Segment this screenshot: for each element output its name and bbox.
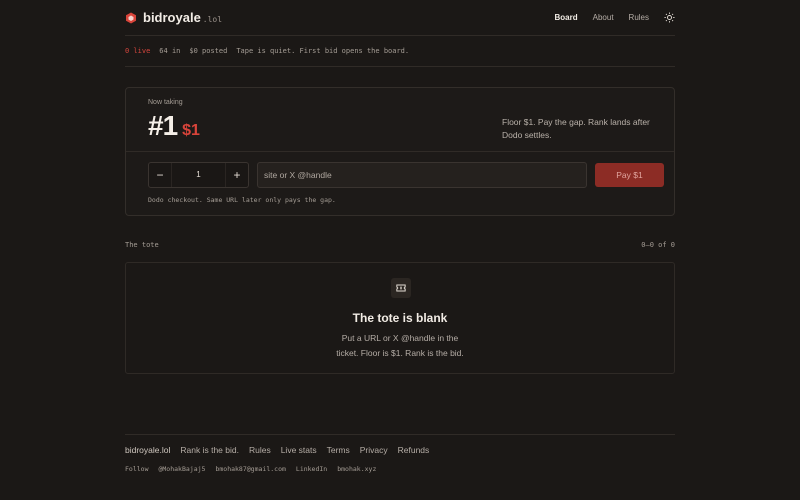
rank-price: $1 bbox=[182, 122, 200, 139]
ticket-icon bbox=[391, 278, 411, 298]
live-count: 0 live bbox=[125, 47, 151, 55]
empty-title: The tote is blank bbox=[352, 311, 448, 325]
footer-link-live-stats[interactable]: Live stats bbox=[281, 445, 317, 455]
tape-message: Tape is quiet. First bid opens the board… bbox=[236, 47, 410, 55]
footer-brand[interactable]: bidroyale.lol bbox=[125, 445, 170, 455]
sun-icon[interactable] bbox=[664, 12, 675, 23]
status-tape: 0 live 64 in $0 posted Tape is quiet. Fi… bbox=[125, 36, 675, 67]
social-website[interactable]: bmohak.xyz bbox=[337, 465, 376, 473]
brand[interactable]: bidroyale .lol bbox=[125, 10, 222, 25]
current-rank: #1 $1 bbox=[148, 110, 200, 142]
empty-description-line-1: Put a URL or X @handle in the bbox=[341, 333, 459, 343]
brand-tld: .lol bbox=[202, 14, 223, 24]
brand-name: bidroyale bbox=[143, 10, 201, 25]
site-header: bidroyale .lol Board About Rules bbox=[125, 0, 675, 36]
tote-label: The tote bbox=[125, 241, 159, 249]
rank-number: #1 bbox=[148, 110, 178, 141]
in-count: 64 in bbox=[159, 47, 181, 55]
main-nav: Board About Rules bbox=[555, 12, 675, 23]
quantity-value[interactable]: 1 bbox=[171, 163, 226, 187]
social-x[interactable]: @MohakBajaj5 bbox=[158, 465, 205, 473]
footer-link-privacy[interactable]: Privacy bbox=[360, 445, 388, 455]
nav-board[interactable]: Board bbox=[555, 13, 578, 22]
footer-links: bidroyale.lol Rank is the bid. Rules Liv… bbox=[125, 434, 675, 464]
tote-empty-state: The tote is blank Put a URL or X @handle… bbox=[125, 262, 675, 374]
ticket-summary: Now taking #1 $1 Floor $1. Pay the gap. … bbox=[126, 88, 674, 152]
follow-label: Follow bbox=[125, 465, 149, 473]
footer-link-terms[interactable]: Terms bbox=[327, 445, 350, 455]
increment-button[interactable]: + bbox=[226, 163, 248, 187]
checkout-note: Dodo checkout. Same URL later only pays … bbox=[148, 196, 336, 204]
tote-count: 0–0 of 0 bbox=[641, 241, 675, 249]
now-taking-label: Now taking bbox=[148, 99, 183, 106]
social-email[interactable]: bmohak87@gmail.com bbox=[215, 465, 285, 473]
handle-input[interactable] bbox=[257, 162, 587, 188]
footer-link-rules[interactable]: Rules bbox=[249, 445, 271, 455]
decrement-button[interactable]: − bbox=[149, 163, 171, 187]
hexagon-logo-icon bbox=[126, 12, 136, 23]
nav-rules[interactable]: Rules bbox=[629, 13, 649, 22]
footer-link-refunds[interactable]: Refunds bbox=[398, 445, 430, 455]
follow-links: Follow @MohakBajaj5 bmohak87@gmail.com L… bbox=[125, 463, 675, 475]
empty-description-line-2: ticket. Floor is $1. Rank is the bid. bbox=[336, 348, 464, 358]
nav-about[interactable]: About bbox=[593, 13, 614, 22]
quantity-stepper: − 1 + bbox=[148, 162, 249, 188]
pay-button[interactable]: Pay $1 bbox=[595, 163, 664, 187]
footer-tagline: Rank is the bid. bbox=[180, 444, 239, 455]
floor-note: Floor $1. Pay the gap. Rank lands after … bbox=[502, 117, 650, 140]
posted-amount: $0 posted bbox=[189, 47, 228, 55]
social-linkedin[interactable]: LinkedIn bbox=[296, 465, 327, 473]
empty-description: Put a URL or X @handle in the ticket. Fl… bbox=[126, 331, 674, 361]
bid-ticket: Now taking #1 $1 Floor $1. Pay the gap. … bbox=[125, 87, 675, 216]
tote-header: The tote 0–0 of 0 bbox=[125, 241, 675, 251]
bid-form: − 1 + Pay $1 bbox=[148, 162, 664, 188]
